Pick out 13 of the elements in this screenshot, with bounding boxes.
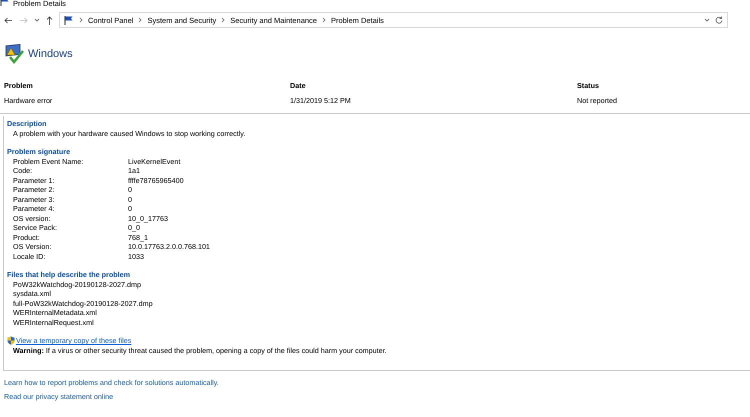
dropdown-icon[interactable] bbox=[704, 18, 710, 22]
flag-icon bbox=[64, 16, 74, 24]
chevron-icon bbox=[221, 17, 226, 23]
recent-locations-button[interactable] bbox=[34, 18, 40, 22]
shield-icon bbox=[7, 336, 15, 346]
up-button[interactable] bbox=[46, 16, 53, 24]
chevron-icon bbox=[79, 17, 83, 23]
chevron-icon bbox=[322, 17, 326, 23]
chevron-icon bbox=[138, 17, 142, 23]
refresh-icon[interactable] bbox=[715, 16, 723, 24]
shield-monitor-icon bbox=[5, 44, 25, 64]
brand-title: Windows bbox=[28, 48, 73, 60]
back-button[interactable] bbox=[4, 16, 13, 24]
